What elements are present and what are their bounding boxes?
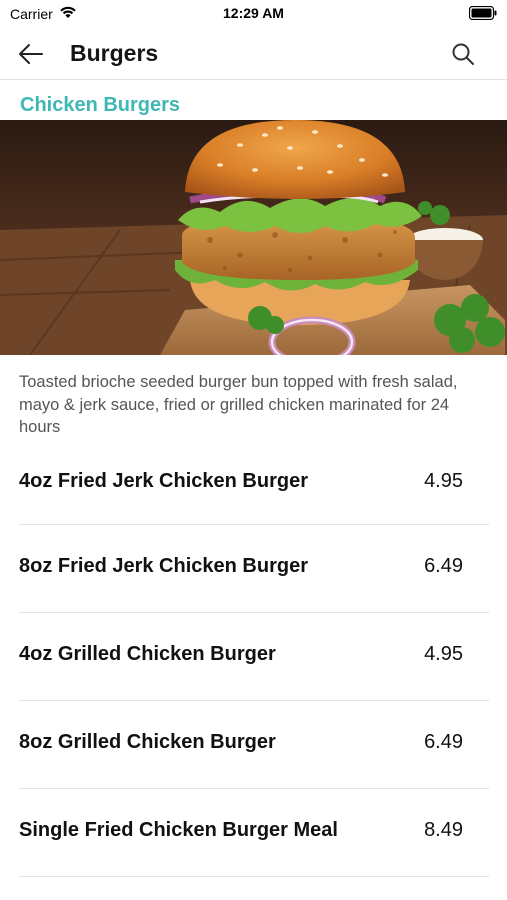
menu-item[interactable]: 4oz Fried Jerk Chicken Burger 4.95 bbox=[19, 440, 489, 525]
page-title: Burgers bbox=[70, 40, 159, 66]
menu-item-name: 4oz Fried Jerk Chicken Burger bbox=[19, 470, 308, 492]
menu-item[interactable]: 4oz Grilled Chicken Burger 4.95 bbox=[19, 613, 489, 701]
hero-image bbox=[0, 120, 507, 355]
status-bar: Carrier 12:29 AM bbox=[0, 0, 507, 28]
menu-item-name: 4oz Grilled Chicken Burger bbox=[19, 643, 276, 665]
battery-icon bbox=[468, 5, 497, 23]
menu-item-price: 6.49 bbox=[424, 555, 463, 577]
menu-item-price: 6.49 bbox=[424, 731, 463, 753]
menu-item-name: 8oz Grilled Chicken Burger bbox=[19, 731, 276, 753]
menu-item[interactable]: Single Fried Chicken Burger Meal 8.49 bbox=[19, 789, 489, 877]
status-time: 12:29 AM bbox=[223, 5, 284, 21]
menu-item-name: 8oz Fried Jerk Chicken Burger bbox=[19, 555, 308, 577]
arrow-left-icon bbox=[19, 44, 43, 64]
menu-list: 4oz Fried Jerk Chicken Burger 4.95 8oz F… bbox=[0, 440, 507, 877]
menu-item-price: 4.95 bbox=[424, 643, 463, 665]
menu-item[interactable]: 8oz Fried Jerk Chicken Burger 6.49 bbox=[19, 525, 489, 613]
search-icon bbox=[452, 43, 474, 65]
menu-item-price: 8.49 bbox=[424, 819, 463, 841]
nav-bar: Burgers bbox=[0, 28, 507, 80]
menu-item[interactable]: 8oz Grilled Chicken Burger 6.49 bbox=[19, 701, 489, 789]
back-button[interactable] bbox=[16, 40, 46, 68]
section-title: Chicken Burgers bbox=[20, 94, 181, 116]
search-button[interactable] bbox=[449, 40, 477, 68]
menu-item-price: 4.95 bbox=[424, 470, 463, 492]
menu-item-name: Single Fried Chicken Burger Meal bbox=[19, 819, 338, 841]
item-description: Toasted brioche seeded burger bun topped… bbox=[19, 373, 458, 436]
